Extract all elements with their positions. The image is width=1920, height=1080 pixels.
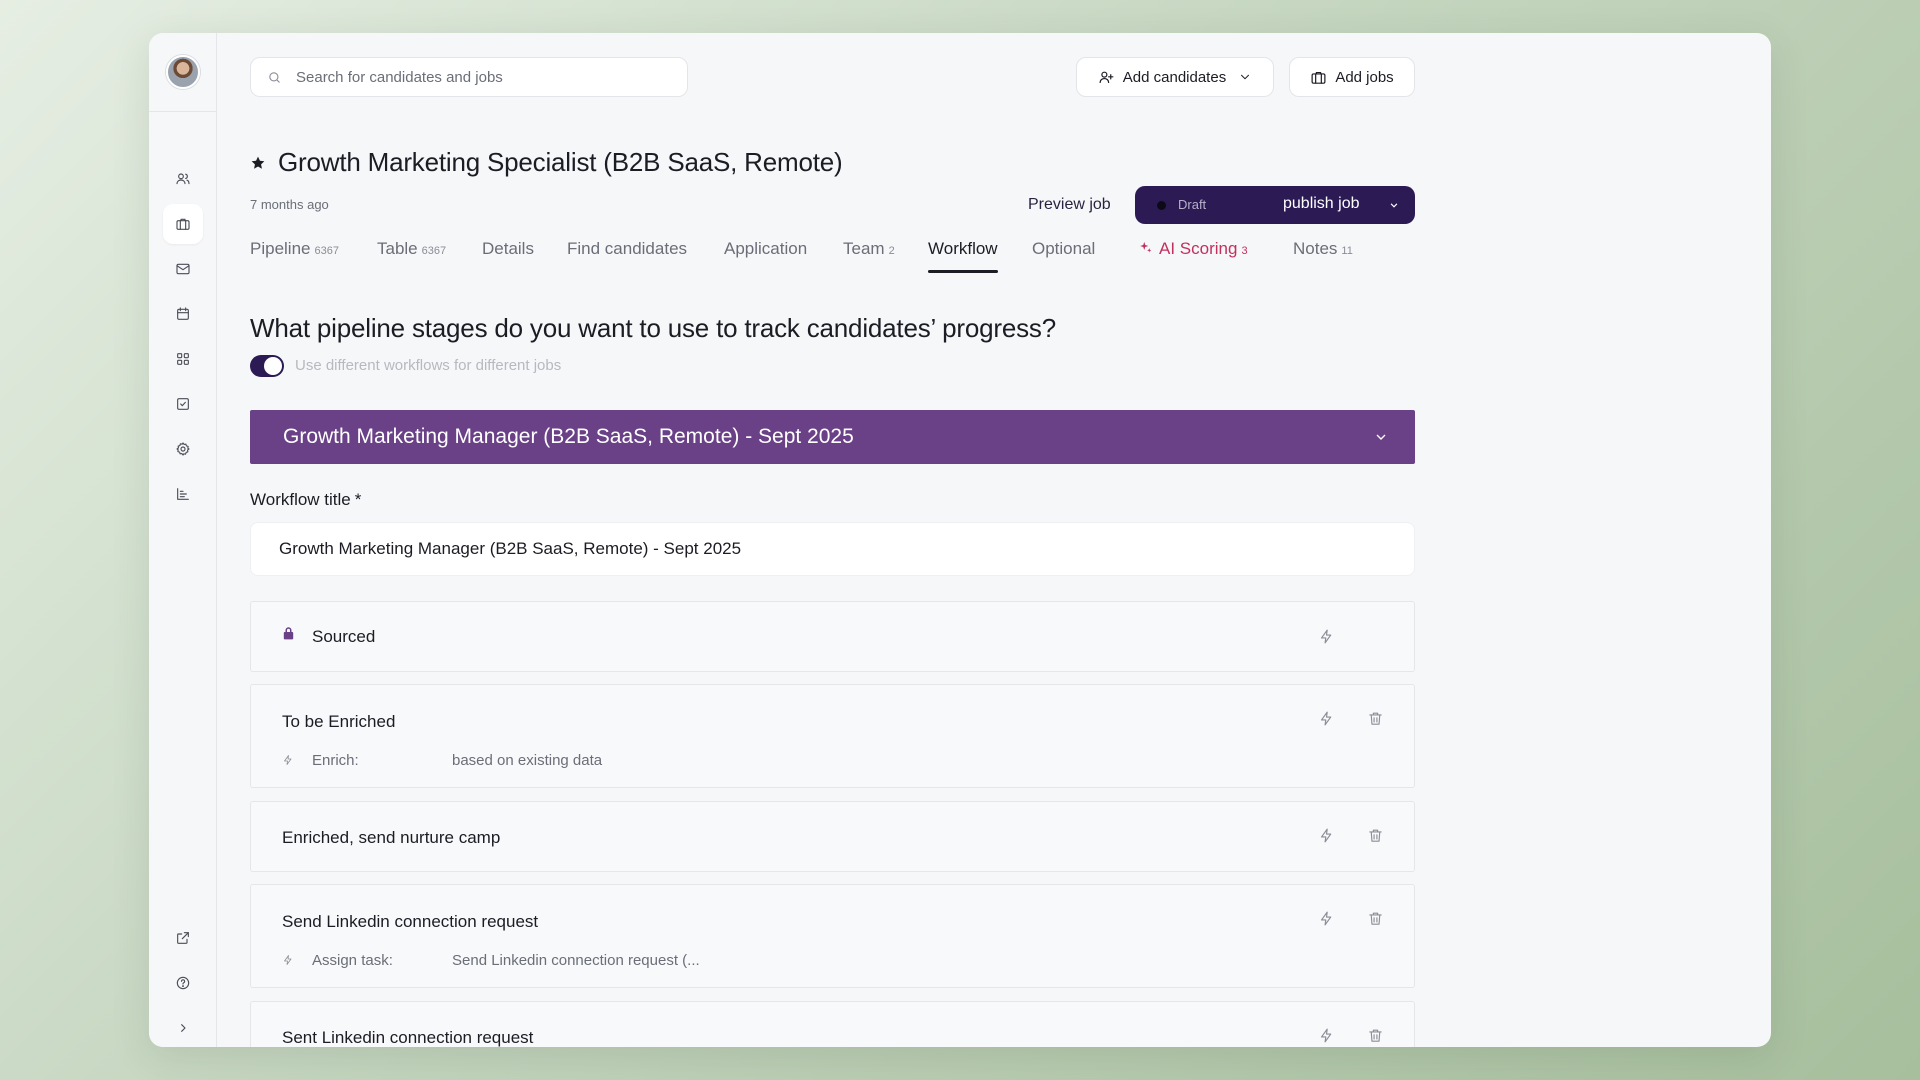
tab-workflow[interactable]: Workflow (928, 239, 998, 273)
sidebar-inbox-icon[interactable] (163, 249, 203, 289)
job-created-age: 7 months ago (250, 197, 329, 212)
chevron-down-icon (1376, 434, 1386, 440)
job-title-row: Growth Marketing Specialist (B2B SaaS, R… (250, 147, 843, 178)
sidebar (149, 33, 217, 1047)
tab-find-candidates[interactable]: Find candidates (567, 239, 687, 273)
action-type: Enrich: (312, 752, 359, 769)
search-icon (269, 71, 280, 83)
search-input[interactable] (296, 68, 656, 86)
preview-job-link[interactable]: Preview job (1028, 196, 1111, 214)
stage-card[interactable]: Enriched, send nurture camp (250, 801, 1415, 872)
stage-card[interactable]: Sent Linkedin connection request (250, 1001, 1415, 1047)
briefcase-icon (1311, 71, 1326, 84)
toggle-knob (264, 357, 282, 375)
job-tabs: Pipeline 6367 Table 6367 Details Find cand… (250, 239, 1415, 279)
page-title: Growth Marketing Specialist (B2B SaaS, R… (278, 147, 843, 177)
stage-name: To be Enriched (282, 712, 396, 731)
add-candidates-button[interactable]: Add candidates (1076, 57, 1274, 97)
help-icon[interactable] (163, 963, 203, 1003)
app-window: Add candidates Add jobs Growth Marketing… (149, 33, 1771, 1047)
automation-icon[interactable] (1318, 910, 1335, 927)
required-mark: * (354, 490, 362, 509)
automation-icon[interactable] (1318, 710, 1335, 727)
tab-ai-scoring[interactable]: AI Scoring 3 (1138, 239, 1248, 273)
stage-name: Send Linkedin connection request (282, 912, 539, 931)
sidebar-divider (149, 111, 217, 112)
tab-table[interactable]: Table 6367 (377, 239, 446, 273)
section-heading: What pipeline stages do you want to use … (250, 313, 1056, 343)
main-content: Add candidates Add jobs Growth Marketing… (250, 33, 1415, 1047)
avatar[interactable] (166, 55, 200, 89)
workflow-title-label: Workflow title * (250, 490, 362, 509)
automation-icon[interactable] (1318, 1027, 1335, 1044)
sidebar-reports-icon[interactable] (163, 474, 203, 514)
action-value: Send Linkedin connection request (... (452, 952, 700, 969)
workflow-select-value: Growth Marketing Manager (B2B SaaS, Remo… (283, 425, 854, 448)
trash-icon[interactable] (1367, 1027, 1384, 1044)
expand-sidebar-icon[interactable] (163, 1008, 203, 1047)
stage-name: Enriched, send nurture camp (282, 828, 501, 847)
stage-card[interactable]: Sourced (250, 601, 1415, 672)
sidebar-tasks-icon[interactable] (163, 384, 203, 424)
publish-job-label: publish job (1283, 195, 1360, 212)
chevron-down-icon (1241, 74, 1250, 80)
add-candidates-label: Add candidates (1122, 68, 1227, 86)
sidebar-candidates-icon[interactable] (163, 159, 203, 199)
action-value: based on existing data (452, 752, 603, 769)
chevron-down-icon[interactable] (1387, 198, 1401, 212)
automation-icon (284, 755, 292, 765)
add-user-icon (1099, 71, 1114, 83)
external-link-icon[interactable] (163, 918, 203, 958)
trash-icon[interactable] (1367, 910, 1384, 927)
status-badge: Draft (1178, 197, 1207, 212)
sidebar-jobs-icon[interactable] (163, 204, 203, 244)
sidebar-dashboard-icon[interactable] (163, 339, 203, 379)
stage-card[interactable]: Send Linkedin connection request Assign … (250, 884, 1415, 988)
automation-icon (284, 955, 292, 965)
lock-icon (283, 627, 294, 640)
stage-name: Sourced (312, 627, 376, 646)
automation-icon[interactable] (1318, 827, 1335, 844)
trash-icon[interactable] (1367, 710, 1384, 727)
sparkle-icon (1140, 241, 1152, 253)
add-jobs-button[interactable]: Add jobs (1289, 57, 1415, 97)
search-bar[interactable] (250, 57, 688, 97)
sidebar-calendar-icon[interactable] (163, 294, 203, 334)
tab-pipeline[interactable]: Pipeline 6367 (250, 239, 339, 273)
stage-card[interactable]: To be Enriched Enrich: based on existing… (250, 684, 1415, 788)
tab-notes[interactable]: Notes 11 (1293, 239, 1353, 273)
stage-name: Sent Linkedin connection request (282, 1028, 534, 1047)
trash-icon[interactable] (1367, 827, 1384, 844)
tab-details[interactable]: Details (482, 239, 534, 273)
automation-icon[interactable] (1318, 628, 1335, 645)
star-icon[interactable] (250, 155, 266, 171)
publish-job-button[interactable]: Draft publish job (1135, 186, 1415, 224)
toggle-label: Use different workflows for different jo… (295, 357, 562, 374)
add-jobs-label: Add jobs (1335, 68, 1394, 86)
workflow-toggle[interactable] (250, 355, 284, 377)
tab-optional[interactable]: Optional (1032, 239, 1095, 273)
workflow-select[interactable]: Growth Marketing Manager (B2B SaaS, Remo… (250, 410, 1415, 464)
tab-team[interactable]: Team 2 (843, 239, 895, 273)
tab-application[interactable]: Application (724, 239, 807, 273)
workflow-title-field[interactable] (250, 522, 1415, 576)
action-type: Assign task: (312, 952, 393, 969)
sidebar-settings-icon[interactable] (163, 429, 203, 469)
status-dot (1157, 201, 1166, 210)
